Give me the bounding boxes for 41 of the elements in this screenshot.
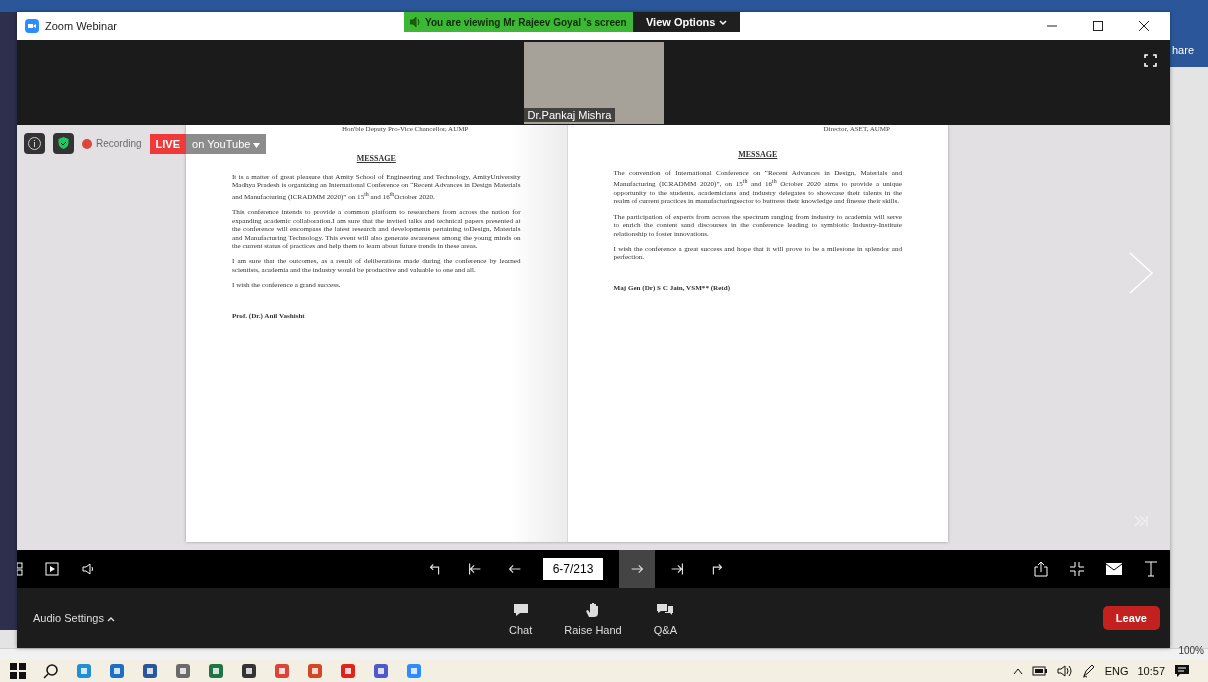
battery-icon[interactable] — [1031, 666, 1048, 676]
live-badge: LIVE — [149, 133, 187, 154]
recording-indicator: Recording — [82, 138, 142, 149]
close-icon[interactable] — [1138, 20, 1150, 32]
caret-down-icon — [253, 142, 261, 148]
slideshow-icon[interactable] — [45, 562, 59, 576]
share-icon[interactable] — [1034, 561, 1048, 577]
leave-button[interactable]: Leave — [1102, 606, 1160, 630]
screen-share-banner: You are viewing Mr Rajeev Goyal 's screen — [404, 12, 633, 32]
search-icon[interactable] — [43, 663, 59, 679]
volume-icon[interactable] — [1056, 665, 1073, 677]
share-label[interactable]: hare — [1172, 44, 1195, 56]
caret-down-icon — [718, 20, 727, 26]
caret-up-icon — [107, 616, 115, 622]
info-icon[interactable] — [24, 133, 45, 154]
q-and-a-button[interactable]: Q&A — [647, 599, 683, 637]
maximize-icon[interactable] — [1092, 20, 1104, 32]
windows-start-icon[interactable] — [10, 663, 26, 679]
message-heading: MESSAGE — [355, 155, 397, 164]
audio-settings-button[interactable]: Audio Settings — [27, 611, 121, 625]
clock[interactable]: 10:57 — [1137, 665, 1165, 677]
participant-name: Dr.Pankaj Mishra — [523, 107, 616, 122]
view-options-button[interactable]: View Options — [632, 12, 740, 32]
camera-logo-icon — [25, 19, 39, 33]
zoom-level: 100% — [1178, 645, 1204, 656]
message-heading: MESSAGE — [737, 151, 779, 160]
pen-icon[interactable] — [1081, 664, 1096, 678]
notification-icon[interactable] — [1174, 664, 1190, 678]
fullscreen-icon[interactable] — [1144, 54, 1157, 67]
exit-fullscreen-icon[interactable] — [1070, 562, 1084, 576]
language-indicator[interactable]: ENG — [1104, 665, 1129, 677]
raise-hand-button[interactable]: Raise Hand — [558, 599, 628, 637]
text-icon[interactable] — [1144, 561, 1158, 577]
page-nav-button[interactable] — [619, 550, 655, 588]
page-number-field[interactable]: 6-7/213 — [543, 558, 603, 580]
chat-button[interactable]: Chat — [503, 599, 539, 637]
shield-icon[interactable] — [53, 133, 74, 154]
speaker-icon[interactable] — [81, 562, 95, 576]
grid-icon[interactable] — [17, 562, 23, 576]
chevron-up-icon[interactable] — [1012, 667, 1023, 675]
window-title: Zoom Webinar — [45, 20, 117, 32]
